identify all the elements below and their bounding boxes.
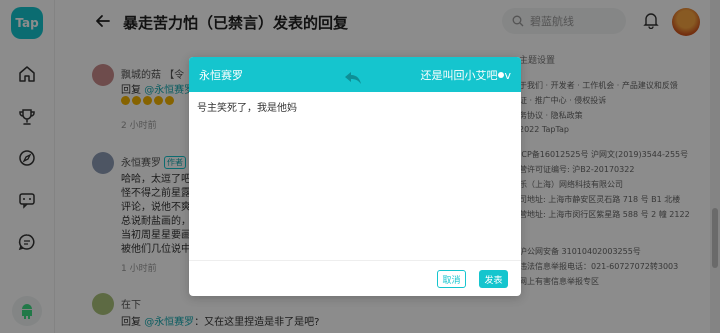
reply-dialog: 永恒赛罗 还是叫回小艾吧 v 号主笑死了，我是他妈 取消 发表 (189, 57, 521, 296)
reply-to-user[interactable]: 还是叫回小艾吧 v (420, 67, 511, 83)
reply-from-user: 永恒赛罗 (199, 69, 243, 82)
send-button[interactable]: 发表 (479, 270, 508, 288)
reply-arrow-icon (344, 70, 362, 84)
dialog-divider (189, 260, 521, 261)
reply-text-input[interactable]: 号主笑死了，我是他妈 (197, 101, 513, 251)
reply-dialog-header: 永恒赛罗 还是叫回小艾吧 v (189, 57, 521, 92)
cancel-button[interactable]: 取消 (437, 270, 466, 288)
